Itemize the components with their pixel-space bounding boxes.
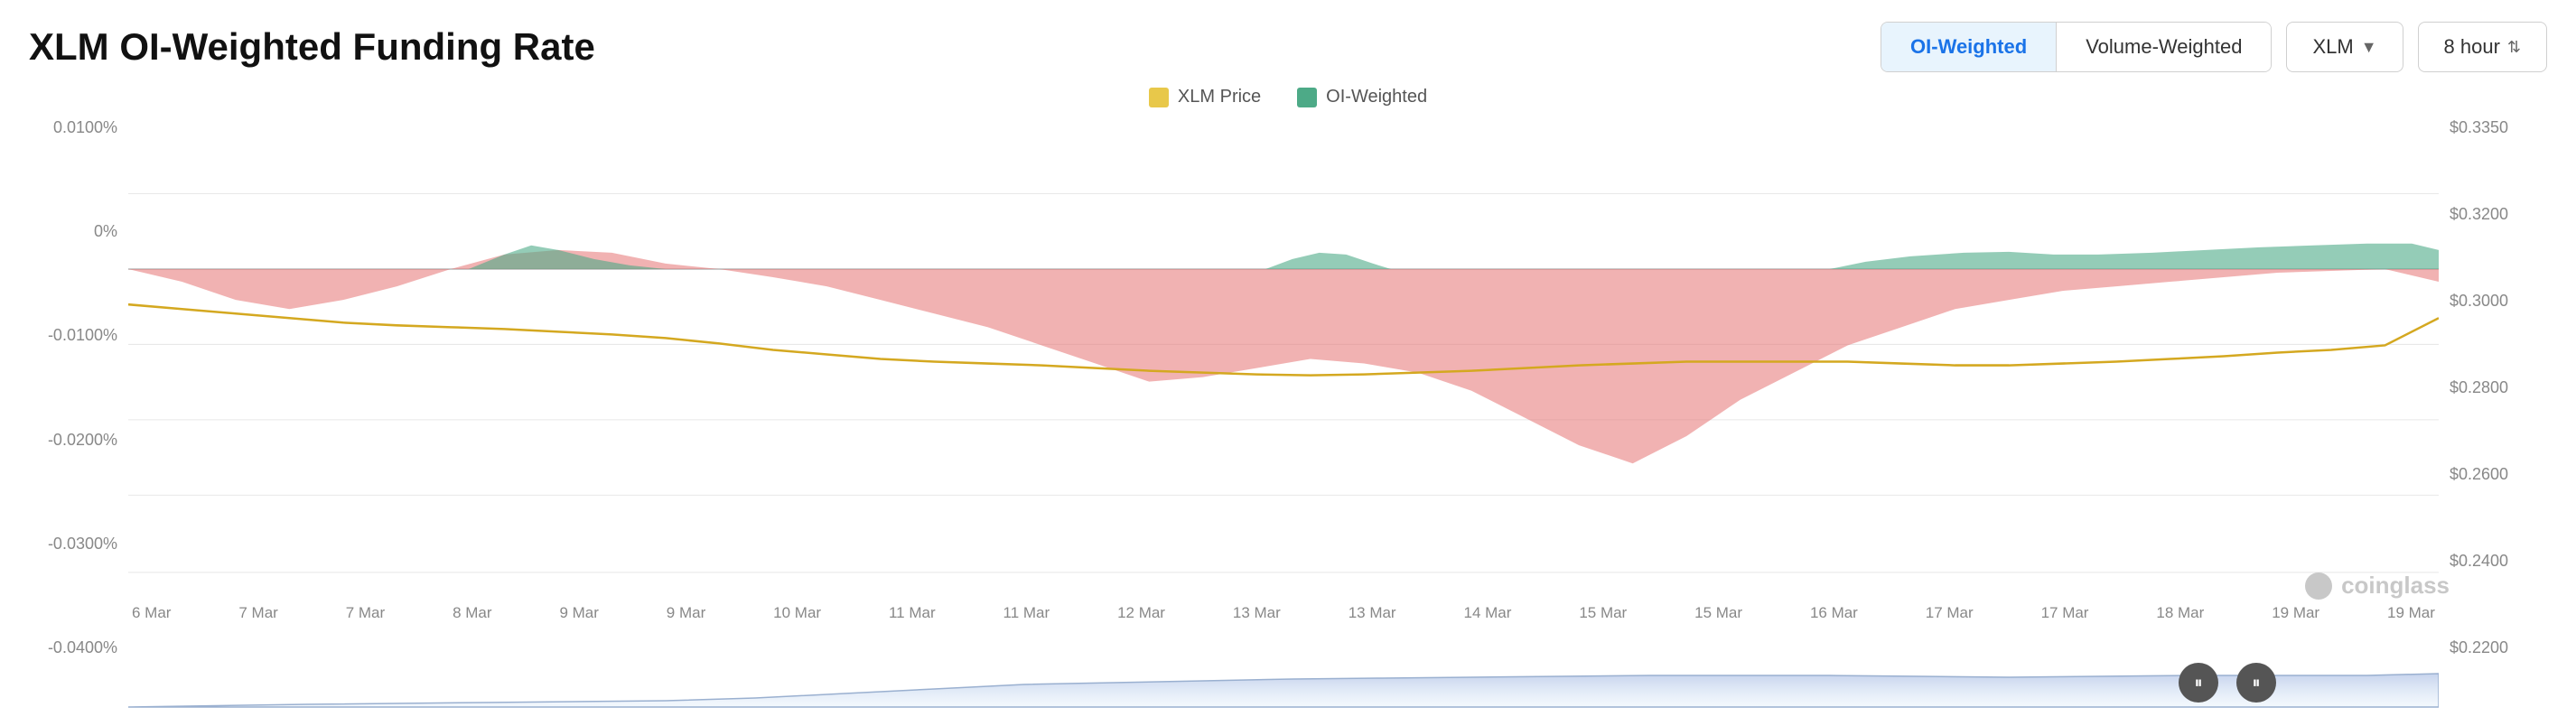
pause-button-right[interactable]: ⏸ xyxy=(2236,663,2276,703)
y-label-right-3: $0.2800 xyxy=(2439,378,2547,397)
legend-item-xlm-price: XLM Price xyxy=(1149,87,1261,107)
y-label-right-5: $0.2400 xyxy=(2439,552,2547,571)
y-label-right-2: $0.3000 xyxy=(2439,292,2547,311)
y-axis-left: 0.0100% 0% -0.0100% -0.0200% -0.0300% -0… xyxy=(29,118,128,712)
y-label-3: -0.0200% xyxy=(29,431,128,450)
x-label-2: 7 Mar xyxy=(346,604,385,622)
coinglass-text: coinglass xyxy=(2341,572,2450,600)
legend-item-oi-weighted: OI-Weighted xyxy=(1297,87,1427,107)
x-label-15: 16 Mar xyxy=(1810,604,1858,622)
y-label-right-1: $0.3200 xyxy=(2439,205,2547,224)
chart-title: XLM OI-Weighted Funding Rate xyxy=(29,25,595,69)
y-label-5: -0.0400% xyxy=(29,638,128,657)
y-label-4: -0.0300% xyxy=(29,535,128,554)
x-label-18: 18 Mar xyxy=(2156,604,2204,622)
y-label-0: 0.0100% xyxy=(29,118,128,137)
coinglass-watermark: coinglass xyxy=(2305,572,2450,600)
y-label-2: -0.0100% xyxy=(29,326,128,345)
legend: XLM Price OI-Weighted xyxy=(29,87,2547,107)
oi-weighted-button[interactable]: OI-Weighted xyxy=(1881,23,2056,71)
pause-icon-left: ⏸ xyxy=(2195,674,2203,693)
x-label-1: 7 Mar xyxy=(238,604,277,622)
y-label-right-0: $0.3350 xyxy=(2439,118,2547,137)
coinglass-logo-icon xyxy=(2305,572,2332,600)
x-label-6: 10 Mar xyxy=(773,604,821,622)
y-label-right-6: $0.2200 xyxy=(2439,638,2547,657)
x-label-14: 15 Mar xyxy=(1694,604,1742,622)
x-label-0: 6 Mar xyxy=(132,604,171,622)
x-label-5: 9 Mar xyxy=(667,604,705,622)
y-axis-right: $0.3350 $0.3200 $0.3000 $0.2800 $0.2600 … xyxy=(2439,118,2547,712)
pause-icon-right: ⏸ xyxy=(2253,674,2261,693)
main-svg xyxy=(128,118,2439,591)
mini-area xyxy=(128,674,2439,707)
chart-area: 0.0100% 0% -0.0100% -0.0200% -0.0300% -0… xyxy=(29,118,2547,712)
svg-container xyxy=(128,118,2439,591)
y-label-1: 0% xyxy=(29,222,128,241)
x-label-10: 13 Mar xyxy=(1233,604,1281,622)
main-chart: 6 Mar 7 Mar 7 Mar 8 Mar 9 Mar 9 Mar 10 M… xyxy=(128,118,2439,712)
interval-selector[interactable]: 8 hour ⇅ xyxy=(2418,22,2547,72)
weighting-toggle-group: OI-Weighted Volume-Weighted xyxy=(1881,22,2272,72)
interval-chevron-icon: ⇅ xyxy=(2507,38,2521,57)
negative-area xyxy=(128,250,2439,463)
asset-selector[interactable]: XLM ▼ xyxy=(2286,22,2403,72)
page-container: XLM OI-Weighted Funding Rate OI-Weighted… xyxy=(0,0,2576,726)
x-label-12: 14 Mar xyxy=(1464,604,1512,622)
mini-svg xyxy=(128,639,2439,712)
y-label-right-4: $0.2600 xyxy=(2439,465,2547,484)
legend-label-xlm-price: XLM Price xyxy=(1178,87,1261,107)
x-label-19: 19 Mar xyxy=(2272,604,2319,622)
positive-area-2 xyxy=(1265,253,1391,269)
mini-chart[interactable]: ⏸ ⏸ xyxy=(128,639,2439,712)
volume-weighted-button[interactable]: Volume-Weighted xyxy=(2056,23,2271,71)
x-label-7: 11 Mar xyxy=(889,604,936,622)
legend-color-xlm-price xyxy=(1149,88,1169,107)
x-label-3: 8 Mar xyxy=(453,604,491,622)
pause-button-left[interactable]: ⏸ xyxy=(2179,663,2218,703)
x-label-8: 11 Mar xyxy=(1003,604,1050,622)
x-label-9: 12 Mar xyxy=(1117,604,1165,622)
x-label-13: 15 Mar xyxy=(1579,604,1627,622)
asset-chevron-icon: ▼ xyxy=(2361,38,2377,57)
x-label-16: 17 Mar xyxy=(1926,604,1974,622)
controls: OI-Weighted Volume-Weighted XLM ▼ 8 hour… xyxy=(1881,22,2547,72)
legend-color-oi-weighted xyxy=(1297,88,1317,107)
positive-area-right xyxy=(1830,244,2439,269)
x-axis: 6 Mar 7 Mar 7 Mar 8 Mar 9 Mar 9 Mar 10 M… xyxy=(128,591,2439,636)
x-label-17: 17 Mar xyxy=(2041,604,2089,622)
x-label-11: 13 Mar xyxy=(1349,604,1396,622)
header-row: XLM OI-Weighted Funding Rate OI-Weighted… xyxy=(29,22,2547,72)
x-label-20: 19 Mar xyxy=(2387,604,2435,622)
x-label-4: 9 Mar xyxy=(559,604,598,622)
legend-label-oi-weighted: OI-Weighted xyxy=(1326,87,1427,107)
